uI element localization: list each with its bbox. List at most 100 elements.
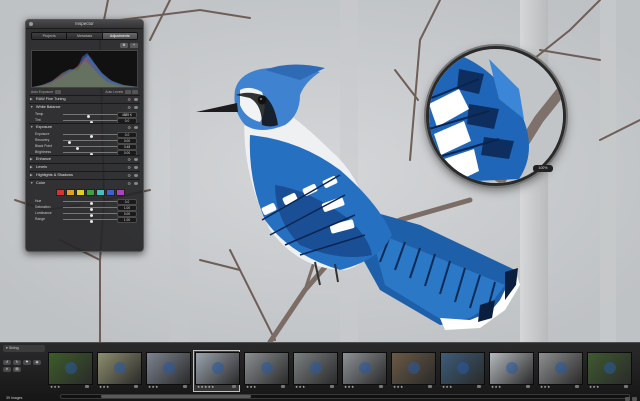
reset-icon[interactable] — [134, 98, 138, 102]
thumbnail[interactable]: ★★★ — [537, 351, 583, 391]
rating-stars[interactable]: ★★★ — [148, 385, 159, 389]
auto-levels-rgb-button[interactable] — [132, 90, 138, 95]
reset-icon[interactable] — [134, 126, 138, 130]
thumbnail[interactable]: ★★★ — [96, 351, 142, 391]
slider-track[interactable] — [63, 218, 118, 223]
close-icon[interactable] — [29, 22, 33, 26]
disclosure-triangle-icon[interactable]: ▶ — [30, 156, 33, 163]
slider-track[interactable] — [63, 133, 118, 138]
view-icon[interactable]: ◉ — [33, 360, 41, 365]
rating-stars[interactable]: ★★★ — [295, 385, 306, 389]
section-white-balance[interactable]: ▼ White Balance ⚙ — [29, 103, 140, 111]
slider-track[interactable] — [63, 212, 118, 217]
color-swatch[interactable] — [56, 189, 65, 197]
gear-icon[interactable]: ⚙ — [127, 104, 131, 111]
loupe-zoom-badge[interactable]: 100% — [533, 165, 553, 172]
thumbnail[interactable]: ★★★ — [390, 351, 436, 391]
gear-icon[interactable]: ⚙ — [127, 164, 131, 171]
slider-track[interactable] — [63, 113, 118, 118]
gear-icon[interactable]: ⚙ — [127, 124, 131, 131]
value-field[interactable]: 1.00 — [117, 217, 137, 224]
thumbnail[interactable]: ★★★ — [586, 351, 632, 391]
slider-track[interactable] — [63, 151, 118, 156]
section-exposure[interactable]: ▼ Exposure ⚙ — [29, 123, 140, 131]
thumbnail[interactable]: ★★★★★ — [193, 350, 240, 392]
thumbnail[interactable]: ★★★ — [145, 351, 191, 391]
slider-track[interactable] — [63, 145, 118, 150]
disclosure-triangle-icon[interactable]: ▼ — [30, 104, 33, 111]
slider-track[interactable] — [63, 139, 118, 144]
rating-stars[interactable]: ★★★ — [540, 385, 551, 389]
rotate-left-icon[interactable]: ↺ — [3, 360, 11, 365]
rating-stars[interactable]: ★★★ — [393, 385, 404, 389]
color-swatch[interactable] — [86, 189, 95, 197]
reset-icon[interactable] — [134, 174, 138, 178]
color-swatch[interactable] — [106, 189, 115, 197]
color-swatch[interactable] — [66, 189, 75, 197]
rating-stars[interactable]: ★★★ — [491, 385, 502, 389]
rating-stars[interactable]: ★★★★★ — [197, 385, 215, 389]
adjustment-badge-icon — [575, 385, 579, 388]
section-highlights-shadows[interactable]: ▶ Highlights & Shadows ⚙ — [29, 171, 140, 179]
disclosure-triangle-icon[interactable]: ▼ — [30, 180, 33, 187]
disclosure-triangle-icon[interactable]: ▼ — [30, 124, 33, 131]
rating-stars[interactable]: ★★★ — [589, 385, 600, 389]
thumbnail[interactable]: ★★★ — [439, 351, 485, 391]
gear-icon[interactable]: ⚙ — [127, 172, 131, 179]
section-raw-fine-tuning[interactable]: ▶ RAW Fine Tuning ⚙ — [29, 95, 140, 103]
scrollbar-thumb[interactable] — [101, 395, 251, 398]
section-levels[interactable]: ▶ Levels ⚙ — [29, 163, 140, 171]
color-swatch[interactable] — [76, 189, 85, 197]
color-swatch[interactable] — [96, 189, 105, 197]
gear-icon[interactable]: ⚙ — [127, 156, 131, 163]
section-label: Color — [36, 181, 46, 186]
gear-icon[interactable]: ⚙ — [120, 43, 128, 48]
tab-metadata[interactable]: Metadata — [67, 33, 103, 39]
thumbnail[interactable]: ★★★ — [341, 351, 387, 391]
thumbnail[interactable]: ★★★ — [292, 351, 338, 391]
add-adjustment-icon[interactable]: + — [130, 43, 138, 48]
rating-stars[interactable]: ★★★ — [344, 385, 355, 389]
project-popup[interactable]: ▾ Skiing — [3, 345, 45, 352]
tab-projects[interactable]: Projects — [32, 33, 68, 39]
reject-icon[interactable]: ✕ — [3, 367, 11, 372]
disclosure-triangle-icon[interactable]: ▶ — [30, 164, 33, 171]
reset-icon[interactable] — [134, 182, 138, 186]
filmstrip-scrollbar[interactable] — [60, 394, 630, 399]
rating-stars[interactable]: ★★★ — [442, 385, 453, 389]
flag-icon[interactable]: ⚑ — [23, 360, 31, 365]
stack-icon[interactable]: ▤ — [13, 367, 21, 372]
disclosure-triangle-icon[interactable]: ▶ — [30, 172, 33, 179]
slider-track[interactable] — [63, 206, 118, 211]
gear-icon[interactable]: ⚙ — [127, 96, 131, 103]
color-swatch[interactable] — [116, 189, 125, 197]
rating-stars[interactable]: ★★★ — [50, 385, 61, 389]
slider-track[interactable] — [63, 200, 118, 205]
grid-view-icon[interactable] — [632, 397, 637, 401]
rotate-right-icon[interactable]: ↻ — [13, 360, 21, 365]
auto-levels-button[interactable] — [125, 90, 131, 95]
reset-icon[interactable] — [134, 106, 138, 110]
thumbnail[interactable]: ★★★ — [488, 351, 534, 391]
rating-stars[interactable]: ★★★ — [246, 385, 257, 389]
tab-adjustments[interactable]: Adjustments — [102, 33, 137, 39]
thumbnail[interactable]: ★★★ — [47, 351, 93, 391]
rating-stars[interactable]: ★★★ — [99, 385, 110, 389]
list-view-icon[interactable] — [625, 397, 630, 401]
section-label: Enhance — [36, 157, 51, 162]
slider-track[interactable] — [63, 119, 118, 124]
slider-knob[interactable] — [90, 219, 93, 223]
disclosure-triangle-icon[interactable]: ▶ — [30, 96, 33, 103]
reset-icon[interactable] — [134, 158, 138, 162]
gear-icon[interactable]: ⚙ — [127, 180, 131, 187]
hud-titlebar[interactable]: Inspector — [26, 20, 143, 29]
auto-exposure-button[interactable] — [55, 90, 62, 95]
adjustments-hud[interactable]: Inspector Projects Metadata Adjustments … — [25, 19, 144, 252]
section-enhance[interactable]: ▶ Enhance ⚙ — [29, 155, 140, 163]
thumbnail[interactable]: ★★★ — [243, 351, 289, 391]
adjustment-badge-icon — [379, 385, 383, 388]
thumbnail-subject — [604, 362, 616, 374]
reset-icon[interactable] — [134, 166, 138, 170]
section-color[interactable]: ▼ Color ⚙ — [29, 179, 140, 187]
thumbnail-subject — [212, 362, 224, 374]
